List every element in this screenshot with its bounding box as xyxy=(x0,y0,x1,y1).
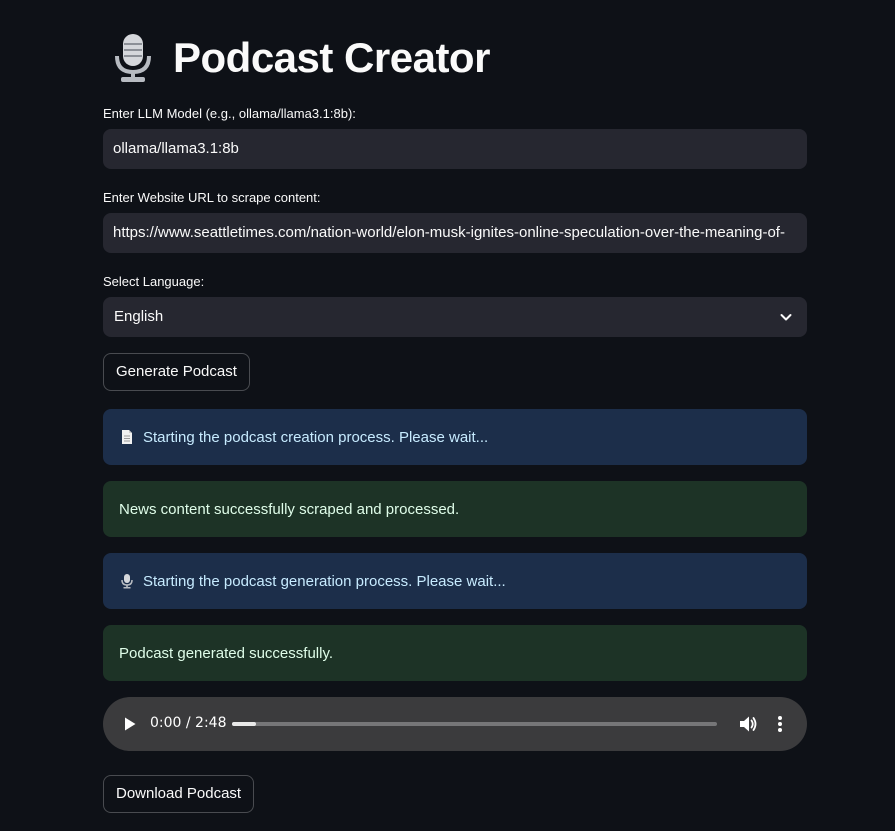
chevron-down-icon xyxy=(780,314,792,321)
success-alert-text: News content successfully scraped and pr… xyxy=(119,500,460,518)
language-select[interactable]: English xyxy=(103,297,807,337)
page-title: Podcast Creator xyxy=(173,34,490,81)
info-alert: Starting the podcast generation process.… xyxy=(103,553,807,609)
success-alert: Podcast generated successfully. xyxy=(103,625,807,681)
generate-podcast-button[interactable]: Generate Podcast xyxy=(103,353,250,391)
url-input[interactable]: https://www.seattletimes.com/nation-worl… xyxy=(103,213,807,253)
info-alert-text: Starting the podcast creation process. P… xyxy=(143,428,489,446)
success-alert-text: Podcast generated successfully. xyxy=(119,644,334,662)
info-alert-text: Starting the podcast generation process.… xyxy=(143,572,506,590)
audio-player: 0:00 / 2:48 xyxy=(103,697,807,751)
success-alert: News content successfully scraped and pr… xyxy=(103,481,807,537)
more-options-icon[interactable] xyxy=(777,715,783,733)
microphone-icon xyxy=(115,34,151,82)
play-icon[interactable] xyxy=(123,716,137,732)
model-label: Enter LLM Model (e.g., ollama/llama3.1:8… xyxy=(103,106,356,121)
volume-icon[interactable] xyxy=(739,715,757,733)
audio-seek-bar[interactable] xyxy=(232,722,717,726)
download-podcast-button[interactable]: Download Podcast xyxy=(103,775,255,813)
language-select-value: English xyxy=(114,308,164,325)
model-input[interactable]: ollama/llama3.1:8b xyxy=(103,129,807,169)
page-header: Podcast Creator xyxy=(109,30,490,86)
url-label: Enter Website URL to scrape content: xyxy=(103,190,321,205)
document-icon xyxy=(122,430,132,444)
audio-time: 0:00 / 2:48 xyxy=(150,715,227,731)
microphone-icon xyxy=(121,574,133,589)
language-label: Select Language: xyxy=(103,274,205,289)
audio-progress xyxy=(232,722,257,726)
info-alert: Starting the podcast creation process. P… xyxy=(103,409,807,465)
